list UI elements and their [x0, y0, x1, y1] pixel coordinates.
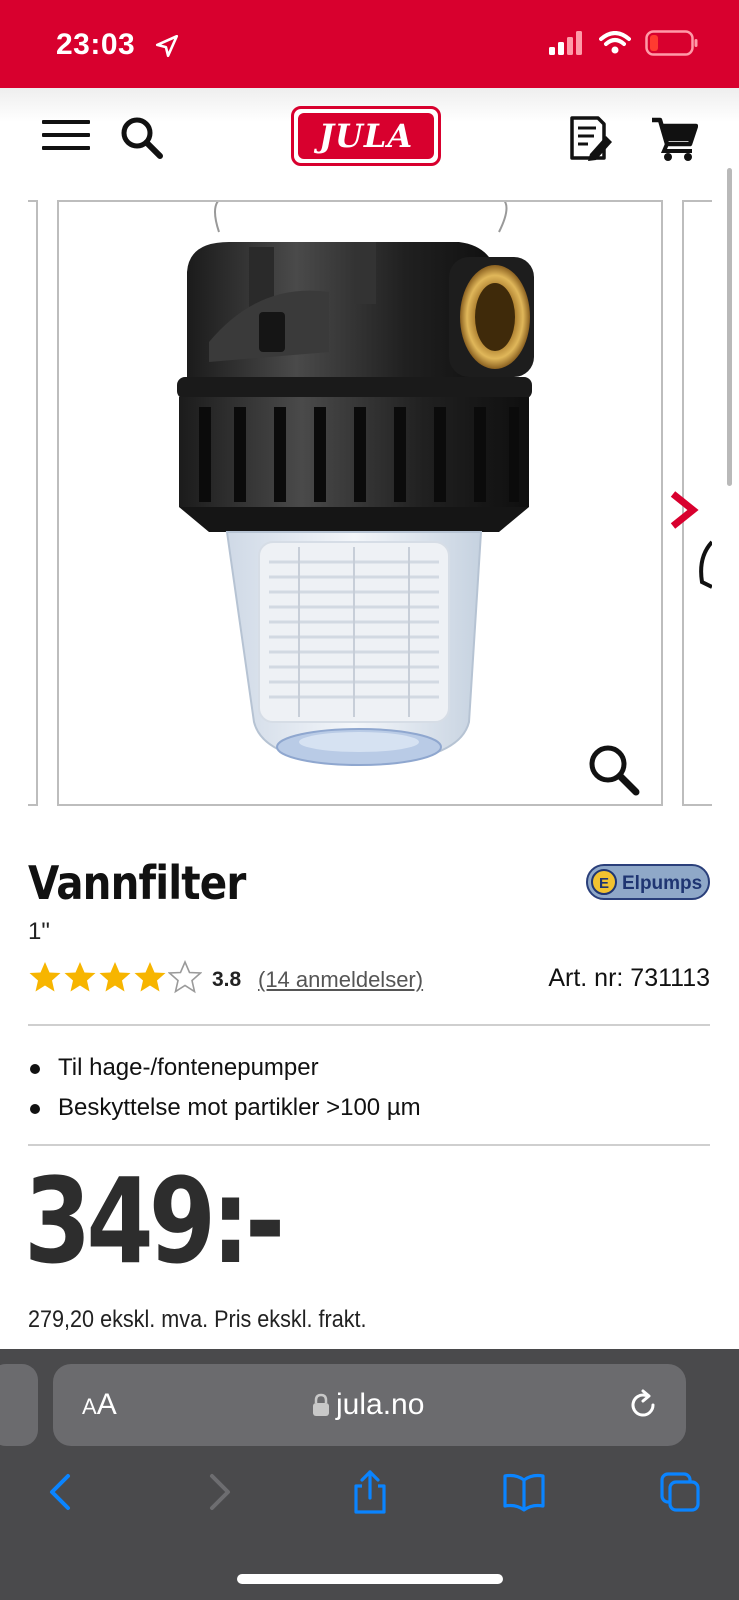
- aa-small: A: [82, 1394, 97, 1419]
- divider: [28, 1024, 710, 1026]
- forward-icon[interactable]: [196, 1470, 240, 1514]
- brand-logo[interactable]: E Elpumps: [586, 864, 710, 900]
- location-arrow-icon: [155, 34, 179, 58]
- menu-button[interactable]: [42, 120, 90, 154]
- home-indicator[interactable]: [237, 1574, 503, 1584]
- status-bar: 23:03: [0, 0, 739, 88]
- bookmarks-icon[interactable]: [502, 1470, 546, 1514]
- brand-logo-text: Elpumps: [622, 873, 702, 894]
- previous-tab-preview[interactable]: [0, 1364, 38, 1446]
- star-filled-icon: [99, 962, 131, 992]
- wifi-icon: [599, 31, 631, 54]
- svg-text:E: E: [599, 875, 609, 892]
- star-filled-icon: [64, 962, 96, 992]
- product-price: 349:-: [24, 1152, 285, 1290]
- feature-item: Beskyttelse mot partikler >100 µm: [28, 1088, 421, 1128]
- battery-icon: [645, 30, 698, 56]
- search-icon[interactable]: [118, 114, 166, 162]
- aa-big: A: [96, 1388, 117, 1421]
- jula-logo[interactable]: JULA: [291, 106, 441, 166]
- reload-icon[interactable]: [626, 1388, 660, 1422]
- url-display[interactable]: jula.no: [312, 1388, 424, 1422]
- page-scrollbar[interactable]: [727, 168, 732, 486]
- status-time: 23:03: [56, 28, 136, 61]
- rating-stars: [28, 960, 202, 994]
- menu-icon-bar: [42, 146, 90, 150]
- star-empty-icon: [168, 960, 202, 994]
- water-filter-illustration: [177, 202, 534, 766]
- zoom-icon[interactable]: [586, 742, 642, 798]
- reader-options-button[interactable]: AA: [82, 1388, 117, 1422]
- menu-icon-bar: [42, 133, 90, 137]
- star-filled-icon: [29, 962, 61, 992]
- back-icon[interactable]: [40, 1470, 84, 1514]
- lock-icon: [313, 1393, 329, 1416]
- share-icon[interactable]: [348, 1470, 392, 1514]
- chevron-right-icon[interactable]: [669, 490, 699, 530]
- gallery-prev-slide[interactable]: [28, 200, 38, 806]
- menu-icon-bar: [42, 120, 90, 124]
- rating-value: 3.8: [212, 968, 242, 991]
- reviews-link[interactable]: (14 anmeldelser): [258, 967, 423, 993]
- url-text: jula.no: [336, 1388, 425, 1421]
- product-image[interactable]: [57, 200, 663, 806]
- signal-icon: [549, 31, 582, 55]
- product-title: Vannfilter: [28, 856, 246, 910]
- shopping-list-icon[interactable]: [566, 114, 614, 162]
- divider: [28, 1144, 710, 1146]
- star-filled-icon: [134, 962, 166, 992]
- logo-text: JULA: [298, 113, 434, 159]
- article-number: Art. nr: 731113: [548, 964, 710, 992]
- product-variant: 1": [28, 918, 50, 945]
- feature-item: Til hage-/fontenepumper: [28, 1048, 421, 1088]
- feature-list: Til hage-/fontenepumper Beskyttelse mot …: [28, 1048, 421, 1128]
- tabs-icon[interactable]: [658, 1470, 702, 1514]
- price-note: 279,20 ekskl. mva. Pris ekskl. frakt.: [28, 1306, 367, 1333]
- cart-icon[interactable]: [650, 114, 698, 162]
